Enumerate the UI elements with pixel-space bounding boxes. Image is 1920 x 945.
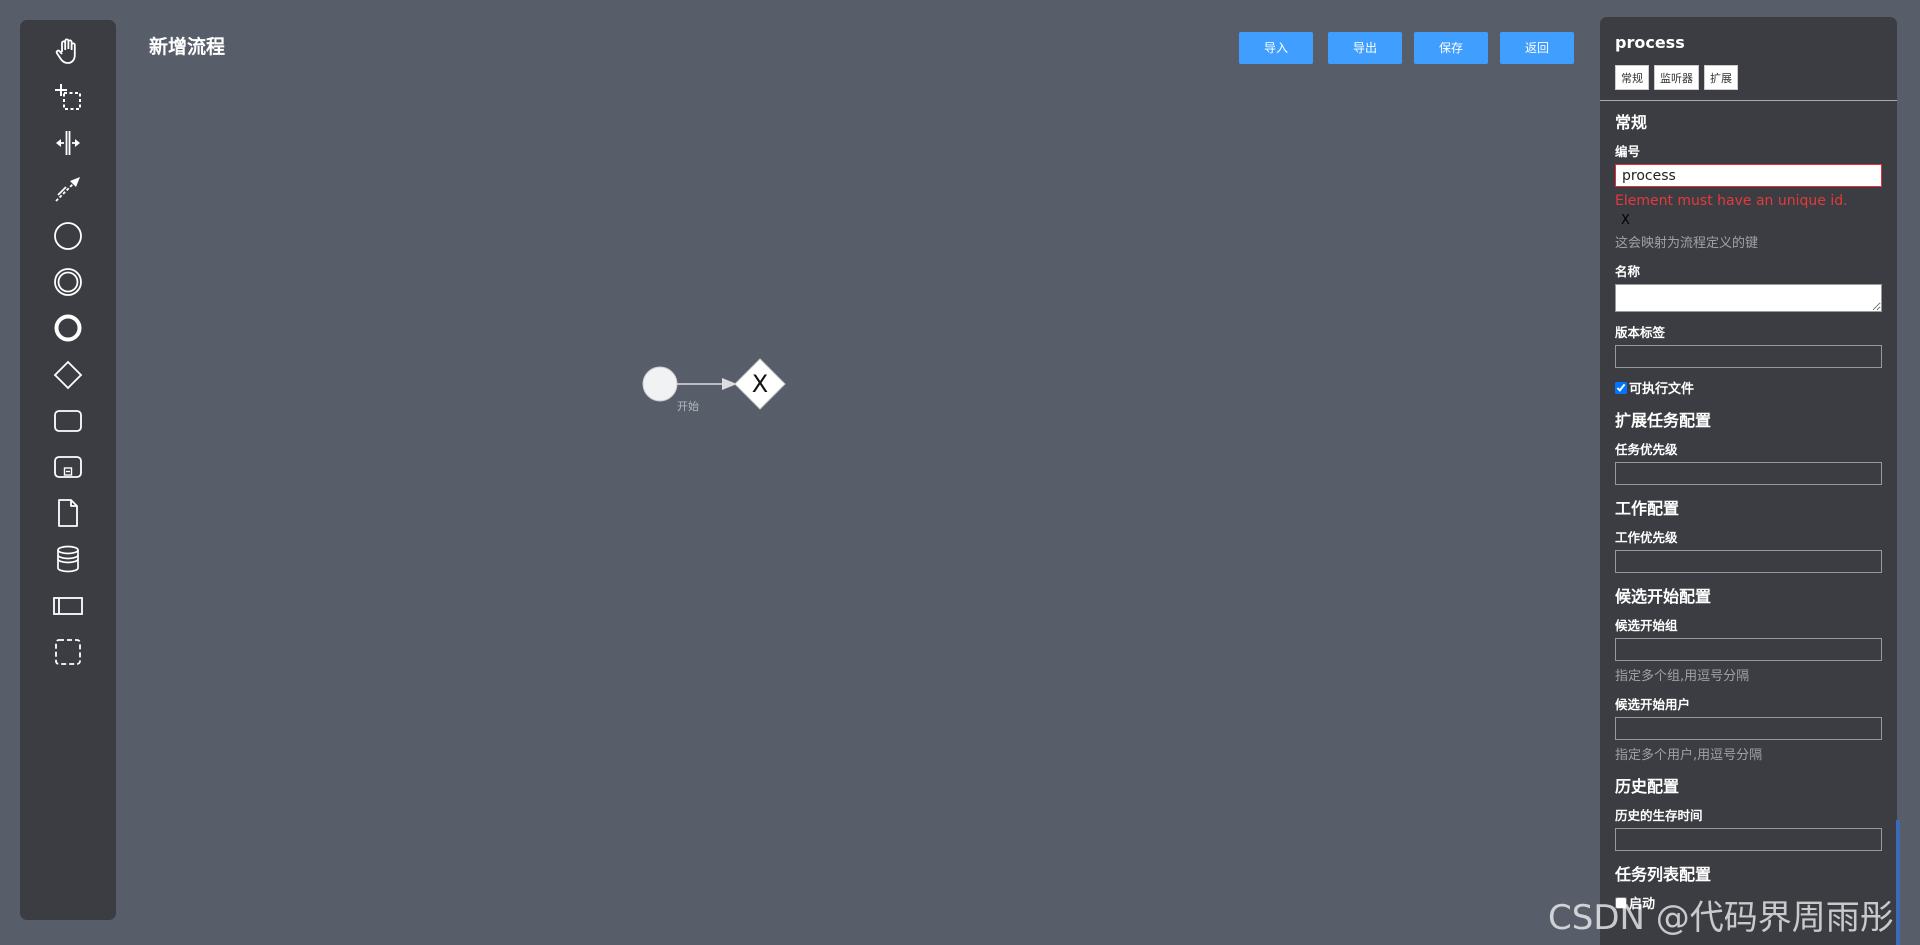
tab-general[interactable]: 常规 [1615, 65, 1649, 90]
subprocess-icon[interactable] [51, 450, 85, 484]
page-title: 新增流程 [149, 36, 226, 58]
id-hint: 这会映射为流程定义的键 [1615, 236, 1759, 251]
name-textarea[interactable] [1615, 284, 1882, 312]
exclusive-gateway[interactable]: X [734, 358, 786, 410]
group-heading-history-config: 历史配置 [1615, 777, 1680, 796]
export-button[interactable]: 导出 [1328, 32, 1402, 64]
tab-divider [1600, 100, 1897, 101]
clear-id-button[interactable]: X [1621, 213, 1882, 228]
tool-palette [20, 20, 116, 920]
intermediate-event-icon[interactable] [51, 265, 85, 299]
candidate-groups-hint: 指定多个组,用逗号分隔 [1615, 669, 1750, 684]
import-button[interactable]: 导入 [1239, 32, 1313, 64]
candidate-users-label: 候选开始用户 [1615, 697, 1691, 712]
version-tag-label: 版本标签 [1615, 325, 1666, 340]
connect-tool-icon[interactable] [51, 172, 85, 206]
executable-row: 可执行文件 [1615, 378, 1882, 397]
back-button[interactable]: 返回 [1500, 32, 1574, 64]
group-heading-task-config: 扩展任务配置 [1615, 411, 1712, 430]
history-ttl-label: 历史的生存时间 [1615, 808, 1703, 823]
pool-icon[interactable] [51, 589, 85, 623]
properties-panel: process 常规 监听器 扩展 常规 编号 Element must hav… [1600, 17, 1897, 945]
history-ttl-input[interactable] [1615, 828, 1882, 851]
space-tool-icon[interactable] [51, 126, 85, 160]
data-object-icon[interactable] [51, 496, 85, 530]
panel-title: process [1615, 33, 1685, 52]
job-priority-label: 工作优先级 [1615, 530, 1678, 545]
group-heading-starter-config: 候选开始配置 [1615, 587, 1712, 606]
start-event-label: 开始 [677, 400, 699, 413]
executable-label: 可执行文件 [1629, 382, 1695, 397]
group-icon[interactable] [51, 635, 85, 669]
data-store-icon[interactable] [51, 542, 85, 576]
diagram-canvas[interactable]: X 开始 [120, 70, 1570, 930]
panel-scrollbar[interactable] [1896, 820, 1900, 945]
group-heading-tasklist-config: 任务列表配置 [1615, 865, 1712, 884]
start-event[interactable] [642, 366, 678, 402]
task-priority-label: 任务优先级 [1615, 442, 1678, 457]
name-label: 名称 [1615, 264, 1641, 279]
panel-tabs: 常规 监听器 扩展 [1615, 65, 1738, 90]
gateway-symbol: X [752, 370, 768, 398]
start-event-icon[interactable] [51, 219, 85, 253]
group-heading-job-config: 工作配置 [1615, 499, 1680, 518]
job-priority-input[interactable] [1615, 550, 1882, 573]
task-priority-input[interactable] [1615, 462, 1882, 485]
watermark: CSDN @代码界周雨彤 [1548, 898, 1894, 938]
hand-tool-icon[interactable] [51, 34, 85, 68]
gateway-icon[interactable] [51, 358, 85, 392]
modeler-root: 新增流程 导入 导出 保存 返回 X 开始 process 常规 监听器 扩展 … [0, 0, 1920, 945]
candidate-groups-input[interactable] [1615, 638, 1882, 661]
executable-checkbox[interactable] [1615, 381, 1627, 394]
tab-listeners[interactable]: 监听器 [1654, 65, 1699, 90]
id-label: 编号 [1615, 144, 1641, 159]
id-input[interactable] [1615, 164, 1882, 187]
version-tag-input[interactable] [1615, 345, 1882, 368]
id-error-message: Element must have an unique id. [1615, 193, 1848, 209]
end-event-icon[interactable] [51, 311, 85, 345]
candidate-groups-label: 候选开始组 [1615, 618, 1678, 633]
candidate-users-hint: 指定多个用户,用逗号分隔 [1615, 748, 1763, 763]
candidate-users-input[interactable] [1615, 717, 1882, 740]
save-button[interactable]: 保存 [1414, 32, 1488, 64]
group-heading-general: 常规 [1615, 113, 1648, 132]
lasso-tool-icon[interactable] [51, 80, 85, 114]
tab-extensions[interactable]: 扩展 [1704, 65, 1738, 90]
task-icon[interactable] [51, 404, 85, 438]
panel-fields: 常规 编号 Element must have an unique id. X … [1615, 109, 1882, 922]
